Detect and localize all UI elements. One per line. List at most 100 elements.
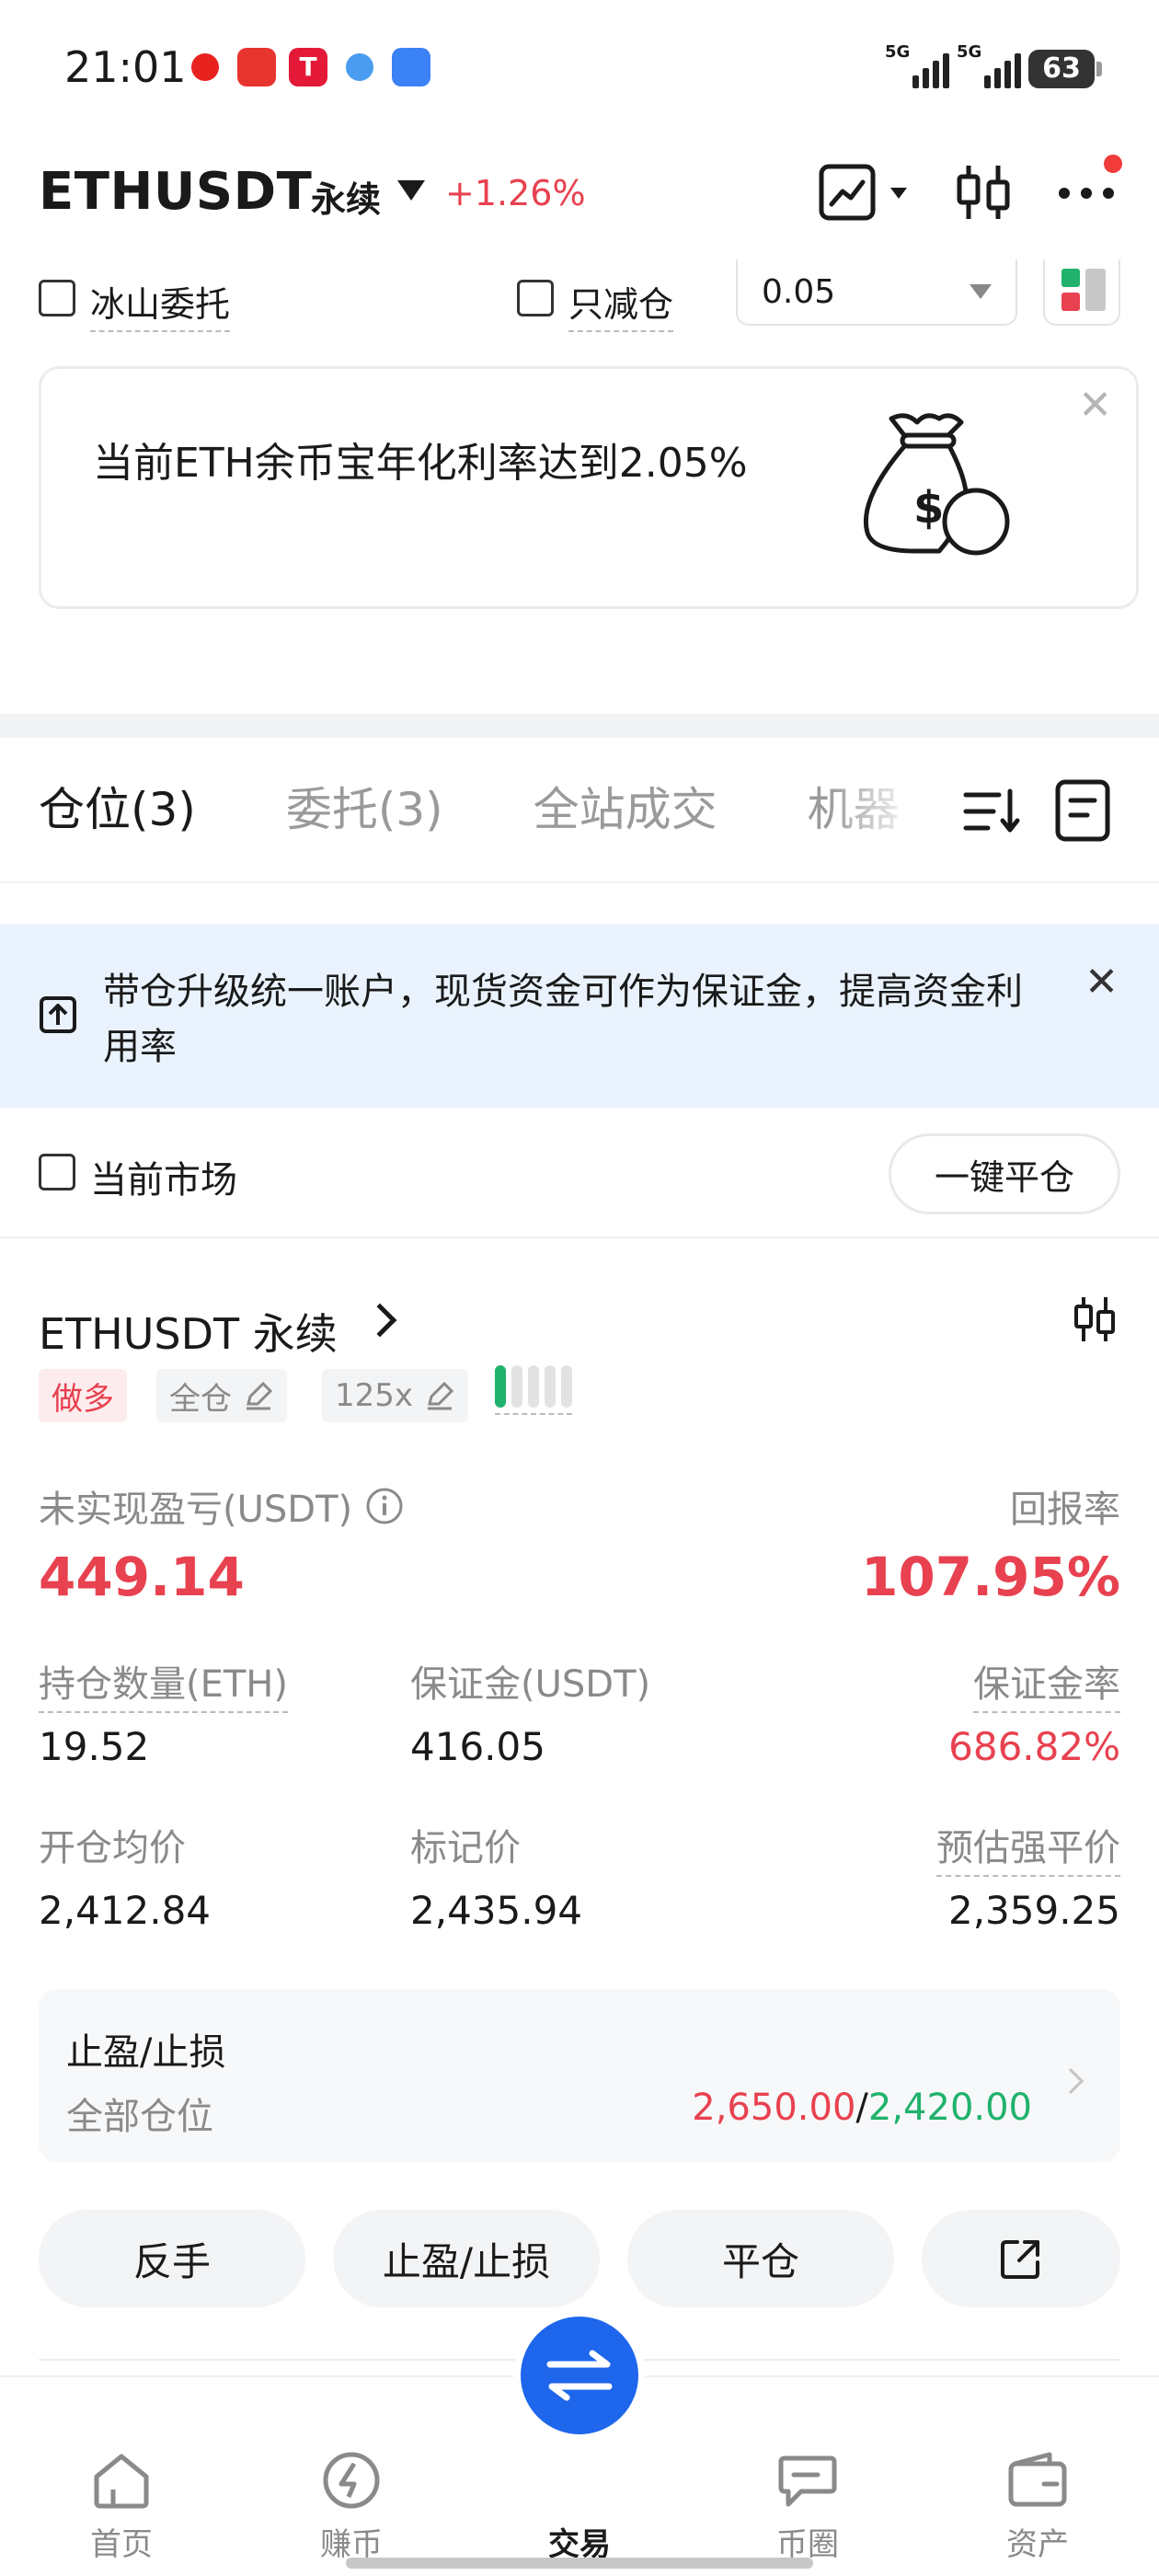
tab-orders[interactable]: 委托(3) xyxy=(286,773,443,839)
app-notification-icon xyxy=(392,48,430,86)
margin-mode-label: 全仓 xyxy=(169,1380,232,1418)
home-icon xyxy=(94,2454,149,2509)
trade-icon xyxy=(546,2350,613,2401)
margin-ratio-label[interactable]: 保证金率 xyxy=(973,1654,1120,1713)
close-all-button[interactable]: 一键平仓 xyxy=(889,1133,1120,1214)
network-type: 5G xyxy=(885,42,911,62)
orderbook-layout-button[interactable] xyxy=(1043,259,1120,326)
reverse-button[interactable]: 反手 xyxy=(39,2210,305,2307)
nav-trade-button[interactable] xyxy=(513,2309,646,2442)
contract-type[interactable]: 永续 xyxy=(311,171,381,222)
candlestick-icon[interactable] xyxy=(1069,1294,1120,1345)
entry-price-value: 2,412.84 xyxy=(39,1888,212,1933)
leverage-label: 125x xyxy=(335,1377,414,1414)
divider xyxy=(0,881,1159,883)
nav-earn[interactable]: 赚币 xyxy=(278,2451,425,2564)
status-time: 21:01 xyxy=(64,42,187,92)
risk-level-indicator[interactable] xyxy=(495,1365,572,1415)
wallet-icon xyxy=(1008,2452,1067,2507)
nav-community[interactable]: 币圈 xyxy=(734,2451,881,2564)
side-tag: 做多 xyxy=(39,1369,127,1422)
svg-text:$: $ xyxy=(913,482,944,534)
network-type: 5G xyxy=(957,42,982,62)
sort-icon[interactable] xyxy=(962,784,1021,839)
symbol-title[interactable]: ETHUSDT xyxy=(39,162,312,222)
margin-mode-tag[interactable]: 全仓 xyxy=(156,1369,287,1422)
take-profit-price: 2,650.00 xyxy=(692,2087,856,2129)
orderbook-layout-icon xyxy=(1061,269,1106,311)
mark-price-label: 标记价 xyxy=(410,1827,521,1869)
chevron-right-icon[interactable] xyxy=(362,1303,397,1338)
money-bag-icon: $ xyxy=(863,413,1010,556)
risk-bar xyxy=(545,1365,556,1408)
tab-positions[interactable]: 仓位(3) xyxy=(39,773,196,839)
earn-icon xyxy=(323,2452,380,2509)
tabs-fade xyxy=(828,773,957,846)
tpsl-separator: / xyxy=(855,2087,868,2129)
iceberg-checkbox[interactable] xyxy=(39,280,75,316)
margin-value: 416.05 xyxy=(410,1724,545,1769)
risk-bar xyxy=(561,1365,572,1408)
current-market-label[interactable]: 当前市场 xyxy=(90,1150,237,1203)
close-icon[interactable]: ✕ xyxy=(1084,959,1119,1006)
close-icon[interactable]: ✕ xyxy=(1078,382,1112,429)
current-market-checkbox[interactable] xyxy=(39,1154,75,1190)
upnl-label: 未实现盈亏(USDT) xyxy=(39,1489,353,1531)
reduce-only-checkbox[interactable] xyxy=(517,280,554,316)
share-button[interactable] xyxy=(922,2210,1120,2307)
nav-label: 首页 xyxy=(90,2526,153,2563)
entry-price-label: 开仓均价 xyxy=(39,1827,186,1869)
promo-text: 当前ETH余币宝年化利率达到2.05% xyxy=(93,440,748,487)
promo-banner[interactable]: 当前ETH余币宝年化利率达到2.05% ✕ $ xyxy=(39,366,1139,609)
battery-icon: 63 xyxy=(1028,50,1102,88)
quantity-step-value: 0.05 xyxy=(762,272,836,311)
candlestick-icon[interactable] xyxy=(953,162,1014,223)
upnl-value: 449.14 xyxy=(39,1546,245,1608)
tpsl-scope: 全部仓位 xyxy=(66,2096,213,2138)
share-icon xyxy=(1001,2240,1039,2279)
size-label[interactable]: 持仓数量(ETH) xyxy=(39,1654,288,1713)
chevron-right-icon xyxy=(1057,2067,1084,2095)
nav-label: 资产 xyxy=(1006,2526,1069,2563)
roe-value: 107.95% xyxy=(861,1546,1120,1608)
risk-bar xyxy=(495,1365,506,1408)
app-notification-icon xyxy=(237,48,276,86)
app-notification-icon xyxy=(186,48,224,86)
risk-bar xyxy=(528,1365,539,1408)
close-position-button[interactable]: 平仓 xyxy=(627,2210,894,2307)
upnl-label-group: 未实现盈亏(USDT) xyxy=(39,1479,404,1533)
liq-price-label[interactable]: 预估强平价 xyxy=(936,1818,1120,1877)
position-symbol[interactable]: ETHUSDT 永续 xyxy=(39,1301,338,1362)
nav-home[interactable]: 首页 xyxy=(48,2451,195,2564)
quantity-step-select[interactable]: 0.05 xyxy=(736,259,1017,326)
notice-text: 带仓升级统一账户，现货资金可作为保证金，提高资金利用率 xyxy=(103,971,1023,1068)
order-history-icon[interactable] xyxy=(1052,778,1113,843)
tpsl-button[interactable]: 止盈/止损 xyxy=(333,2210,600,2307)
liq-price-value: 2,359.25 xyxy=(947,1888,1120,1933)
tpsl-card[interactable]: 止盈/止损 全部仓位 2,650.00/2,420.00 xyxy=(39,1989,1120,2162)
signal-icon: 5G xyxy=(885,44,910,61)
leverage-tag[interactable]: 125x xyxy=(322,1369,469,1422)
status-bar: 21:01 T 5G 5G 63 xyxy=(0,0,1159,138)
more-icon[interactable] xyxy=(1056,180,1117,206)
iceberg-label[interactable]: 冰山委托 xyxy=(90,276,231,332)
mark-price-value: 2,435.94 xyxy=(410,1888,583,1933)
tpsl-title: 止盈/止损 xyxy=(66,2031,226,2074)
signal-icon: 5G xyxy=(957,44,981,61)
community-icon xyxy=(778,2455,837,2507)
info-icon[interactable] xyxy=(365,1487,404,1525)
tab-site-trades[interactable]: 全站成交 xyxy=(534,773,717,839)
home-indicator xyxy=(346,2558,813,2569)
size-value: 19.52 xyxy=(39,1724,150,1769)
stop-loss-price: 2,420.00 xyxy=(867,2087,1032,2129)
price-change: +1.26% xyxy=(445,173,586,213)
unified-account-notice[interactable]: 带仓升级统一账户，现货资金可作为保证金，提高资金利用率 ✕ xyxy=(0,924,1159,1108)
section-gap xyxy=(0,714,1159,738)
risk-bar xyxy=(511,1365,522,1408)
nav-assets[interactable]: 资产 xyxy=(964,2451,1111,2564)
upgrade-icon xyxy=(40,996,76,1033)
signal-bars-icon xyxy=(984,52,1021,88)
reduce-only-label[interactable]: 只减仓 xyxy=(568,276,674,332)
caret-down-icon[interactable] xyxy=(397,180,425,201)
chart-type-icon[interactable] xyxy=(819,162,920,223)
